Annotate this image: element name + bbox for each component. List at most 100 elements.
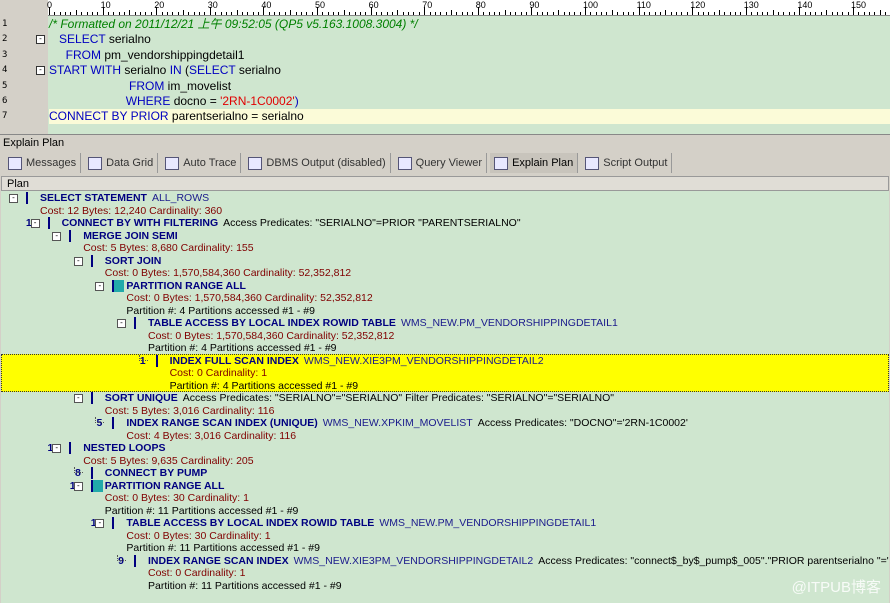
code-line[interactable]: FROM im_movelist [49, 79, 890, 94]
sql-editor[interactable]: 1 2 - 3 4 - 5 6 7 /* Formatted on 2011/12/21 上午 0… [0, 16, 890, 134]
ruler-tick [810, 12, 812, 15]
cost-details: Cost: 4 Bytes: 3,016 Cardinality: 116 [126, 429, 297, 442]
ruler-tick [826, 10, 828, 15]
partition-details: Partition #: 11 Partitions accessed #1 -… [104, 504, 299, 517]
fold-toggle-icon[interactable]: - [36, 66, 45, 76]
ruler-label: 150 [851, 0, 867, 10]
fold-toggle-icon[interactable]: - [36, 35, 45, 45]
tab-auto-trace[interactable]: Auto Trace [161, 153, 242, 173]
ruler-tick [863, 12, 865, 15]
ruler-tick [300, 12, 302, 15]
node-text: SELECT STATEMENT ALL_ROWS [40, 192, 209, 205]
tab-dbms-output-disabled[interactable]: DBMS Output (disabled) [244, 153, 391, 173]
expand-toggle-icon[interactable]: - [52, 444, 62, 453]
ruler-tick [199, 12, 201, 15]
predicates: Access Predicates: "connect$_by$_pump$_0… [538, 554, 889, 567]
ruler-tick [86, 12, 88, 15]
data-icon [88, 156, 103, 170]
expand-toggle-icon[interactable]: - [73, 394, 83, 403]
ruler-tick [697, 12, 699, 15]
tab-explain-plan[interactable]: Explain Plan [490, 153, 579, 173]
tab-script-output[interactable]: Script Output [581, 153, 673, 173]
ruler-tick [649, 12, 651, 15]
cost-details: Cost: 12 Bytes: 12,240 Cardinality: 360 [40, 204, 223, 217]
predicates: Access Predicates: "DOCNO"='2RN-1C0002' [477, 417, 688, 429]
ruler-tick [509, 12, 511, 15]
operation-name: MERGE JOIN SEMI [83, 229, 178, 242]
ruler-tick [70, 12, 72, 15]
ruler-tick [145, 12, 147, 15]
tab-label: DBMS Output (disabled) [266, 157, 386, 169]
operation-name: SORT UNIQUE [104, 392, 178, 404]
ruler-tick [166, 12, 168, 15]
ruler-tick [134, 12, 136, 15]
ruler-tick [574, 12, 576, 15]
plan-column-header[interactable]: Plan [1, 176, 889, 191]
expand-toggle-icon[interactable]: - [95, 281, 105, 291]
code-line[interactable]: /* Formatted on 2011/12/21 上午 09:52:05 (… [49, 17, 890, 32]
expand-toggle-icon[interactable]: - [9, 194, 18, 203]
ruler-tick [461, 12, 463, 15]
expand-toggle-icon[interactable]: - [30, 219, 40, 228]
ruler-tick [124, 12, 126, 15]
operation-name: TABLE ACCESS BY LOCAL INDEX ROWID TABLE [126, 517, 375, 529]
operation-icon [112, 417, 124, 429]
ruler-tick [761, 12, 763, 15]
code-line[interactable]: WHERE docno = '2RN-1C0002') [49, 94, 890, 109]
node-text: INDEX FULL SCAN INDEX WMS_NEW.XIE3PM_VEND… [170, 355, 544, 368]
expand-toggle-icon[interactable]: - [73, 256, 83, 266]
ruler-tick [815, 12, 817, 15]
code-token: serialno [105, 32, 151, 47]
code-line[interactable]: START WITH serialno IN (SELECT serialno [49, 63, 890, 78]
node-text: PARTITION RANGE ALL [126, 280, 246, 293]
code-line[interactable]: SELECT serialno [49, 32, 890, 47]
tab-query-viewer[interactable]: Query Viewer [394, 153, 488, 173]
ruler-tick [392, 12, 394, 15]
ruler-tick [520, 12, 522, 15]
ruler-tick [842, 12, 844, 15]
ruler-tick [402, 12, 404, 15]
ruler-tick [547, 12, 549, 15]
object-name: WMS_NEW.PM_VENDORSHIPPINGDETAIL1 [379, 517, 597, 529]
ruler-tick [783, 12, 785, 15]
ruler-label: 20 [154, 0, 165, 10]
expand-toggle-icon[interactable]: - [117, 319, 126, 328]
ruler-tick [343, 10, 345, 15]
expand-toggle-icon[interactable]: - [73, 481, 83, 491]
expand-toggle-icon[interactable]: - [52, 231, 62, 241]
tree-branch-icon [138, 354, 148, 361]
tab-data-grid[interactable]: Data Grid [84, 153, 159, 173]
ruler-tick [595, 12, 597, 15]
operation-icon [47, 217, 60, 229]
dbms-icon [248, 156, 263, 170]
ruler-tick [359, 12, 361, 15]
ruler-tick [847, 12, 849, 15]
ruler-tick [129, 10, 131, 15]
ruler-tick [558, 10, 560, 15]
partition-details: Partition #: 11 Partitions accessed #1 -… [148, 579, 342, 592]
code-token: '2RN-1C0002' [220, 94, 295, 108]
tab-messages[interactable]: Messages [4, 153, 82, 173]
ruler-label: 60 [368, 0, 379, 10]
code-line[interactable]: CONNECT BY PRIOR parentserialno = serial… [49, 109, 890, 125]
line-number: 2 [2, 34, 8, 45]
code-line[interactable]: FROM pm_vendorshippingdetail1 [49, 48, 890, 63]
ruler-tick [97, 12, 99, 15]
cost-details: Cost: 0 Cardinality: 1 [169, 367, 268, 379]
expand-toggle-icon[interactable]: - [95, 519, 105, 528]
node-text: TABLE ACCESS BY LOCAL INDEX ROWID TABLE W… [126, 517, 596, 530]
code-token: pm_vendorshippingdetail1 [101, 47, 245, 62]
ruler-tick [247, 12, 249, 15]
auto-icon [165, 156, 180, 170]
operation-icon [90, 392, 103, 404]
ruler-tick [193, 12, 195, 15]
operation-name: SORT JOIN [104, 254, 162, 267]
cost-details: Cost: 0 Bytes: 1,570,584,360 Cardinality… [148, 329, 395, 342]
code-token: IN [169, 63, 182, 78]
operation-name: CONNECT BY PUMP [104, 467, 208, 479]
operation-icon [112, 279, 125, 292]
code-token: FROM [129, 78, 165, 93]
ruler-tick [601, 12, 603, 15]
operation-icon [134, 317, 146, 329]
ruler-tick [836, 12, 838, 15]
